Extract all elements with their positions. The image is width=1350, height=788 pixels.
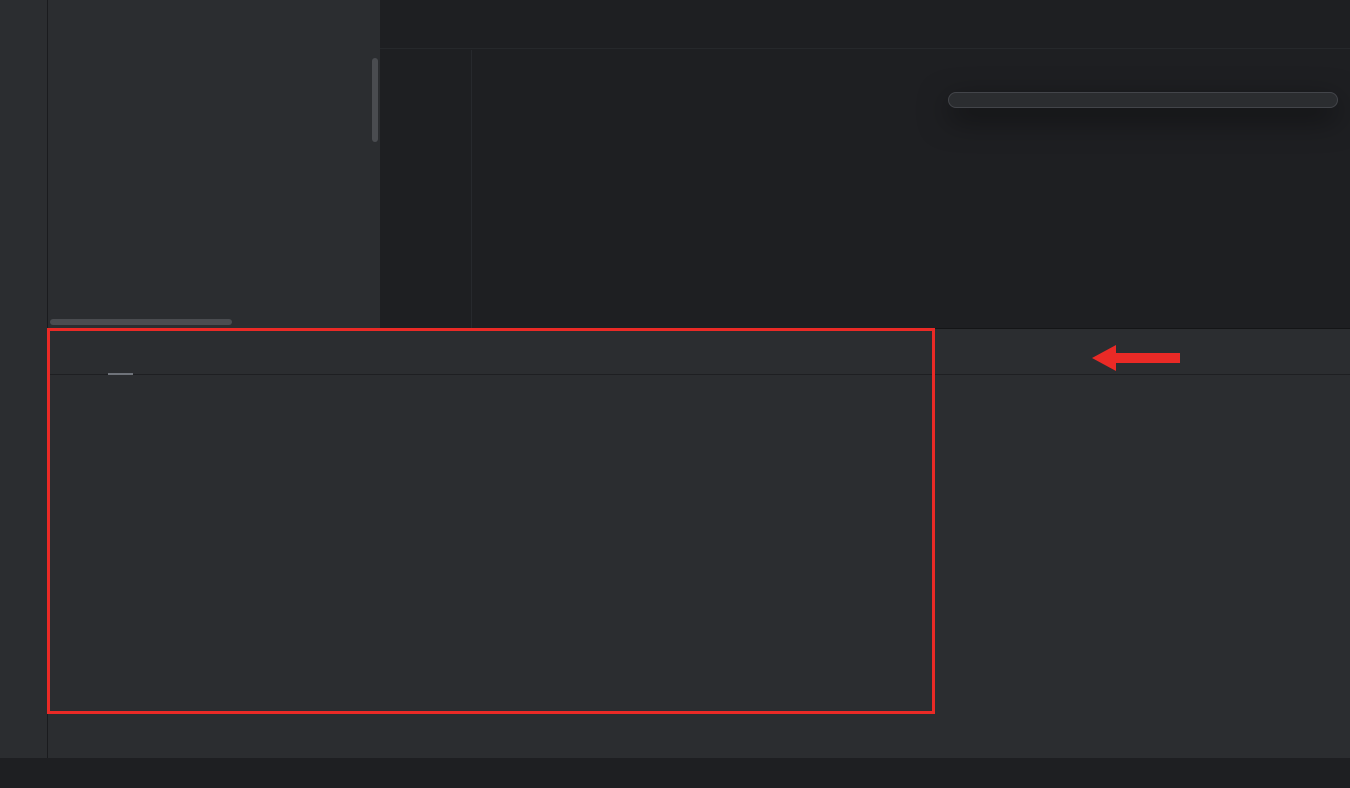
code-editor[interactable] [380, 49, 1350, 62]
find-toolbar [48, 375, 92, 758]
find-tool-window [48, 328, 1350, 758]
project-panel-header [48, 0, 380, 56]
editor-context-menu [948, 92, 1338, 108]
find-results-tree [92, 375, 1350, 758]
status-bar [0, 758, 1350, 788]
find-panel-header [48, 329, 1350, 375]
project-scrollbar-horizontal[interactable] [50, 319, 232, 325]
gutter-divider [471, 50, 472, 328]
project-panel [48, 0, 380, 328]
find-results-tab[interactable] [108, 361, 133, 375]
editor-tab-bar [380, 0, 1350, 49]
find-panel-body [48, 375, 1350, 758]
editor-area [380, 0, 1350, 328]
activity-bar [0, 0, 48, 758]
project-scrollbar-vertical[interactable] [372, 58, 378, 142]
